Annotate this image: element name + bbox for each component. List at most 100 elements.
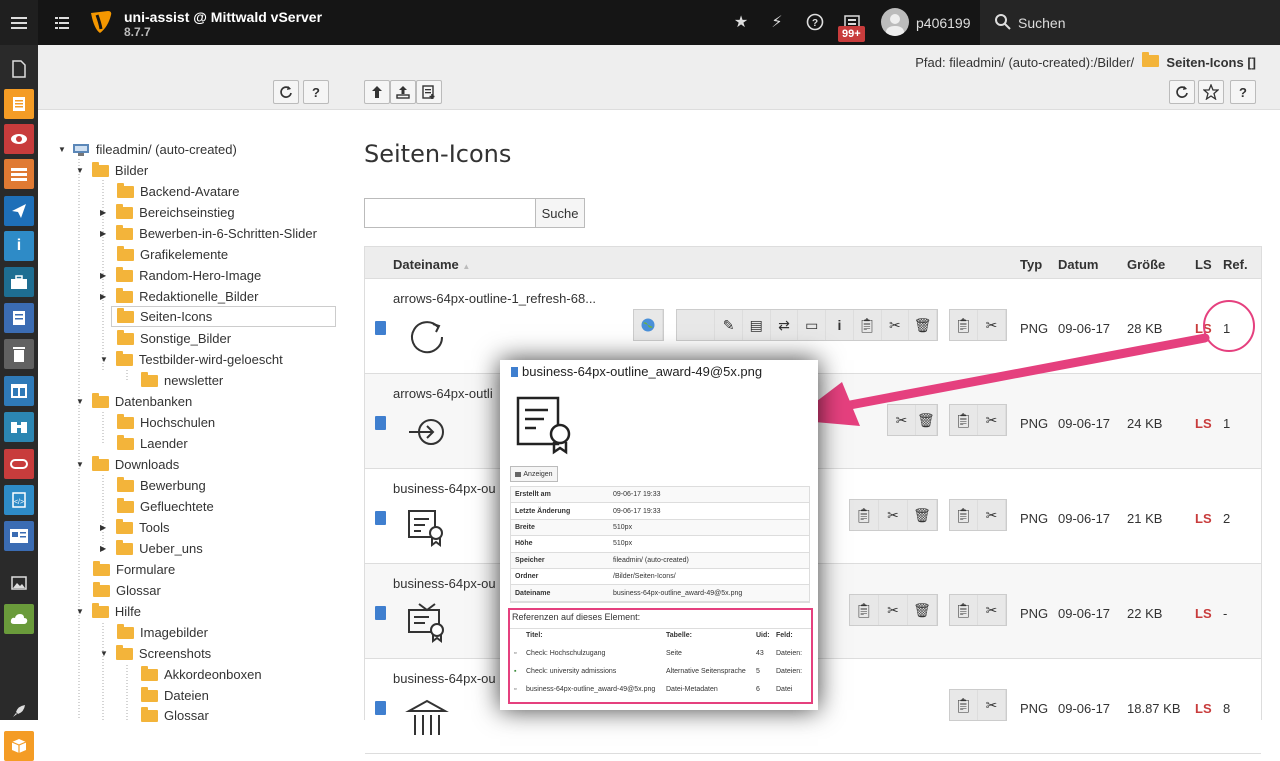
reference-count[interactable]: - <box>1223 606 1227 621</box>
avatar[interactable] <box>881 8 909 36</box>
file-name-link[interactable]: business-64px-ou <box>393 481 503 496</box>
clipboard-cut-button[interactable]: ✂ <box>978 500 1006 530</box>
column-header-name[interactable]: Dateiname ▲ <box>393 257 470 272</box>
tree-item-bewerbung[interactable]: Bewerbung <box>117 475 206 496</box>
expand-toggle-icon[interactable]: ▶ <box>100 544 106 553</box>
expand-toggle-icon[interactable]: ▶ <box>100 292 106 301</box>
column-header-size[interactable]: Größe <box>1127 257 1165 272</box>
tree-item-downloads[interactable]: ▼ Downloads <box>76 454 179 475</box>
clipboard-cut-button[interactable]: ✂ <box>978 595 1006 625</box>
file-name-link[interactable]: business-64px-ou <box>393 671 503 686</box>
module-code-file-icon[interactable]: </> <box>4 485 34 515</box>
bookmark-button[interactable] <box>1198 80 1224 104</box>
web-view-button[interactable] <box>634 310 663 340</box>
tree-item-testbilder[interactable]: ▼ Testbilder-wird-geloescht <box>100 349 283 370</box>
module-link-icon[interactable] <box>4 449 34 479</box>
tree-item-bewerben-slider[interactable]: ▶ Bewerben-in-6-Schritten-Slider <box>100 223 317 244</box>
cut-button[interactable]: ✂ <box>879 500 908 530</box>
tree-item-bereichseinstieg[interactable]: ▶ Bereichseinstieg <box>100 202 235 223</box>
award-thumbnail[interactable] <box>405 505 449 549</box>
collapse-toggle-icon[interactable]: ▼ <box>100 649 108 658</box>
clipboard-cut-button[interactable]: ✂ <box>978 690 1006 720</box>
module-package-icon[interactable] <box>4 731 34 761</box>
username[interactable]: p406199 <box>916 15 971 31</box>
tree-item-seiten-icons[interactable]: Seiten-Icons <box>111 306 336 327</box>
edit-metadata-button[interactable]: ▤ <box>743 310 771 340</box>
file-name-link[interactable]: business-64px-ou <box>393 576 503 591</box>
ref-title[interactable]: Check: university admissions <box>526 668 616 675</box>
collapse-toggle-icon[interactable]: ▼ <box>100 355 108 364</box>
show-file-button[interactable]: Anzeigen <box>510 466 558 482</box>
list-toggle[interactable] <box>44 0 80 45</box>
help-icon[interactable]: ? <box>804 11 826 33</box>
tree-item-glossar[interactable]: Glossar <box>93 580 161 601</box>
tree-item-formulare[interactable]: Formulare <box>93 559 175 580</box>
tree-item-sonstige-bilder[interactable]: Sonstige_Bilder <box>117 328 231 349</box>
tree-item-laender[interactable]: Laender <box>117 433 188 454</box>
collapse-toggle-icon[interactable]: ▼ <box>76 397 84 406</box>
help-button[interactable]: ? <box>1230 80 1256 104</box>
collapse-toggle-icon[interactable]: ▼ <box>76 607 84 616</box>
tree-item-akkordeonboxen[interactable]: Akkordeonboxen <box>141 664 262 685</box>
arrow-in-thumbnail[interactable] <box>405 410 449 454</box>
search-button[interactable]: Suche <box>535 198 585 228</box>
expand-toggle-icon[interactable]: ▶ <box>100 271 106 280</box>
copy-button[interactable]: 📋︎ <box>850 500 879 530</box>
tree-item-gefluechtete[interactable]: Gefluechtete <box>117 496 214 517</box>
tree-refresh-button[interactable] <box>273 80 299 104</box>
tree-item-tools[interactable]: ▶ Tools <box>100 517 170 538</box>
bookmark-star-icon[interactable]: ★ <box>730 11 752 33</box>
column-header-date[interactable]: Datum <box>1058 257 1098 272</box>
search-input[interactable] <box>364 198 536 228</box>
delete-button[interactable]: 🗑︎ <box>908 500 937 530</box>
tree-item-random-hero-image[interactable]: ▶ Random-Hero-Image <box>100 265 261 286</box>
ref-title[interactable]: Check: Hochschulzugang <box>526 650 605 657</box>
bank-thumbnail[interactable] <box>405 695 449 739</box>
module-image-icon[interactable] <box>4 568 34 598</box>
new-file-button[interactable] <box>416 80 442 104</box>
module-list-icon[interactable] <box>4 159 34 189</box>
reference-count[interactable]: 2 <box>1223 511 1230 526</box>
tree-item-imagebilder[interactable]: Imagebilder <box>117 622 208 643</box>
collapse-toggle-icon[interactable]: ▼ <box>58 145 66 154</box>
delete-button[interactable]: 🗑︎ <box>908 595 937 625</box>
column-header-type[interactable]: Typ <box>1020 257 1042 272</box>
tree-item-backend-avatare[interactable]: Backend-Avatare <box>117 181 240 202</box>
module-document-icon[interactable] <box>4 303 34 333</box>
tree-item-ueber-uns[interactable]: ▶ Ueber_uns <box>100 538 203 559</box>
tree-item-screenshots[interactable]: ▼ Screenshots <box>100 643 211 664</box>
flash-icon[interactable]: ⚡ <box>766 11 788 33</box>
module-cloud-icon[interactable] <box>4 604 34 634</box>
expand-toggle-icon[interactable]: ▶ <box>100 229 106 238</box>
tree-item-redaktionelle-bilder[interactable]: ▶ Redaktionelle_Bilder <box>100 286 258 307</box>
collapse-toggle-icon[interactable]: ▼ <box>76 166 84 175</box>
file-name-link[interactable]: arrows-64px-outline-1_refresh-68... <box>393 291 596 306</box>
localization-status[interactable]: LS <box>1195 701 1212 716</box>
tree-item-glossar-sub[interactable]: Glossar <box>141 705 209 726</box>
module-news-icon[interactable] <box>4 521 34 551</box>
search-toolbar[interactable]: Suchen <box>980 0 1280 45</box>
tree-item-dateien[interactable]: Dateien <box>141 685 209 706</box>
reference-count[interactable]: 1 <box>1223 416 1230 431</box>
tree-help-button[interactable]: ? <box>303 80 329 104</box>
expand-toggle-icon[interactable]: ▶ <box>100 523 106 532</box>
module-view-icon[interactable] <box>4 89 34 119</box>
refresh-thumbnail[interactable] <box>405 315 449 359</box>
module-page-icon[interactable] <box>4 54 34 84</box>
tree-item-hochschulen[interactable]: Hochschulen <box>117 412 215 433</box>
clipboard-copy-button[interactable]: 📋︎ <box>950 595 978 625</box>
expand-toggle-icon[interactable]: ▶ <box>100 208 106 217</box>
typo3-logo[interactable] <box>88 9 114 35</box>
reference-count[interactable]: 8 <box>1223 701 1230 716</box>
module-rocket-icon[interactable] <box>4 696 34 726</box>
tree-item-newsletter[interactable]: newsletter <box>141 370 223 391</box>
certificate-thumbnail[interactable] <box>405 600 449 644</box>
clipboard-copy-button[interactable]: 📋︎ <box>950 500 978 530</box>
module-briefcase-icon[interactable] <box>4 267 34 297</box>
module-send-icon[interactable] <box>4 196 34 226</box>
tree-item-bilder[interactable]: ▼ Bilder <box>76 160 148 181</box>
module-info-icon[interactable]: i <box>4 231 34 261</box>
file-name-link[interactable]: arrows-64px-outli <box>393 386 503 401</box>
module-preview-eye-icon[interactable] <box>4 124 34 154</box>
tree-item-hilfe[interactable]: ▼ Hilfe <box>76 601 141 622</box>
